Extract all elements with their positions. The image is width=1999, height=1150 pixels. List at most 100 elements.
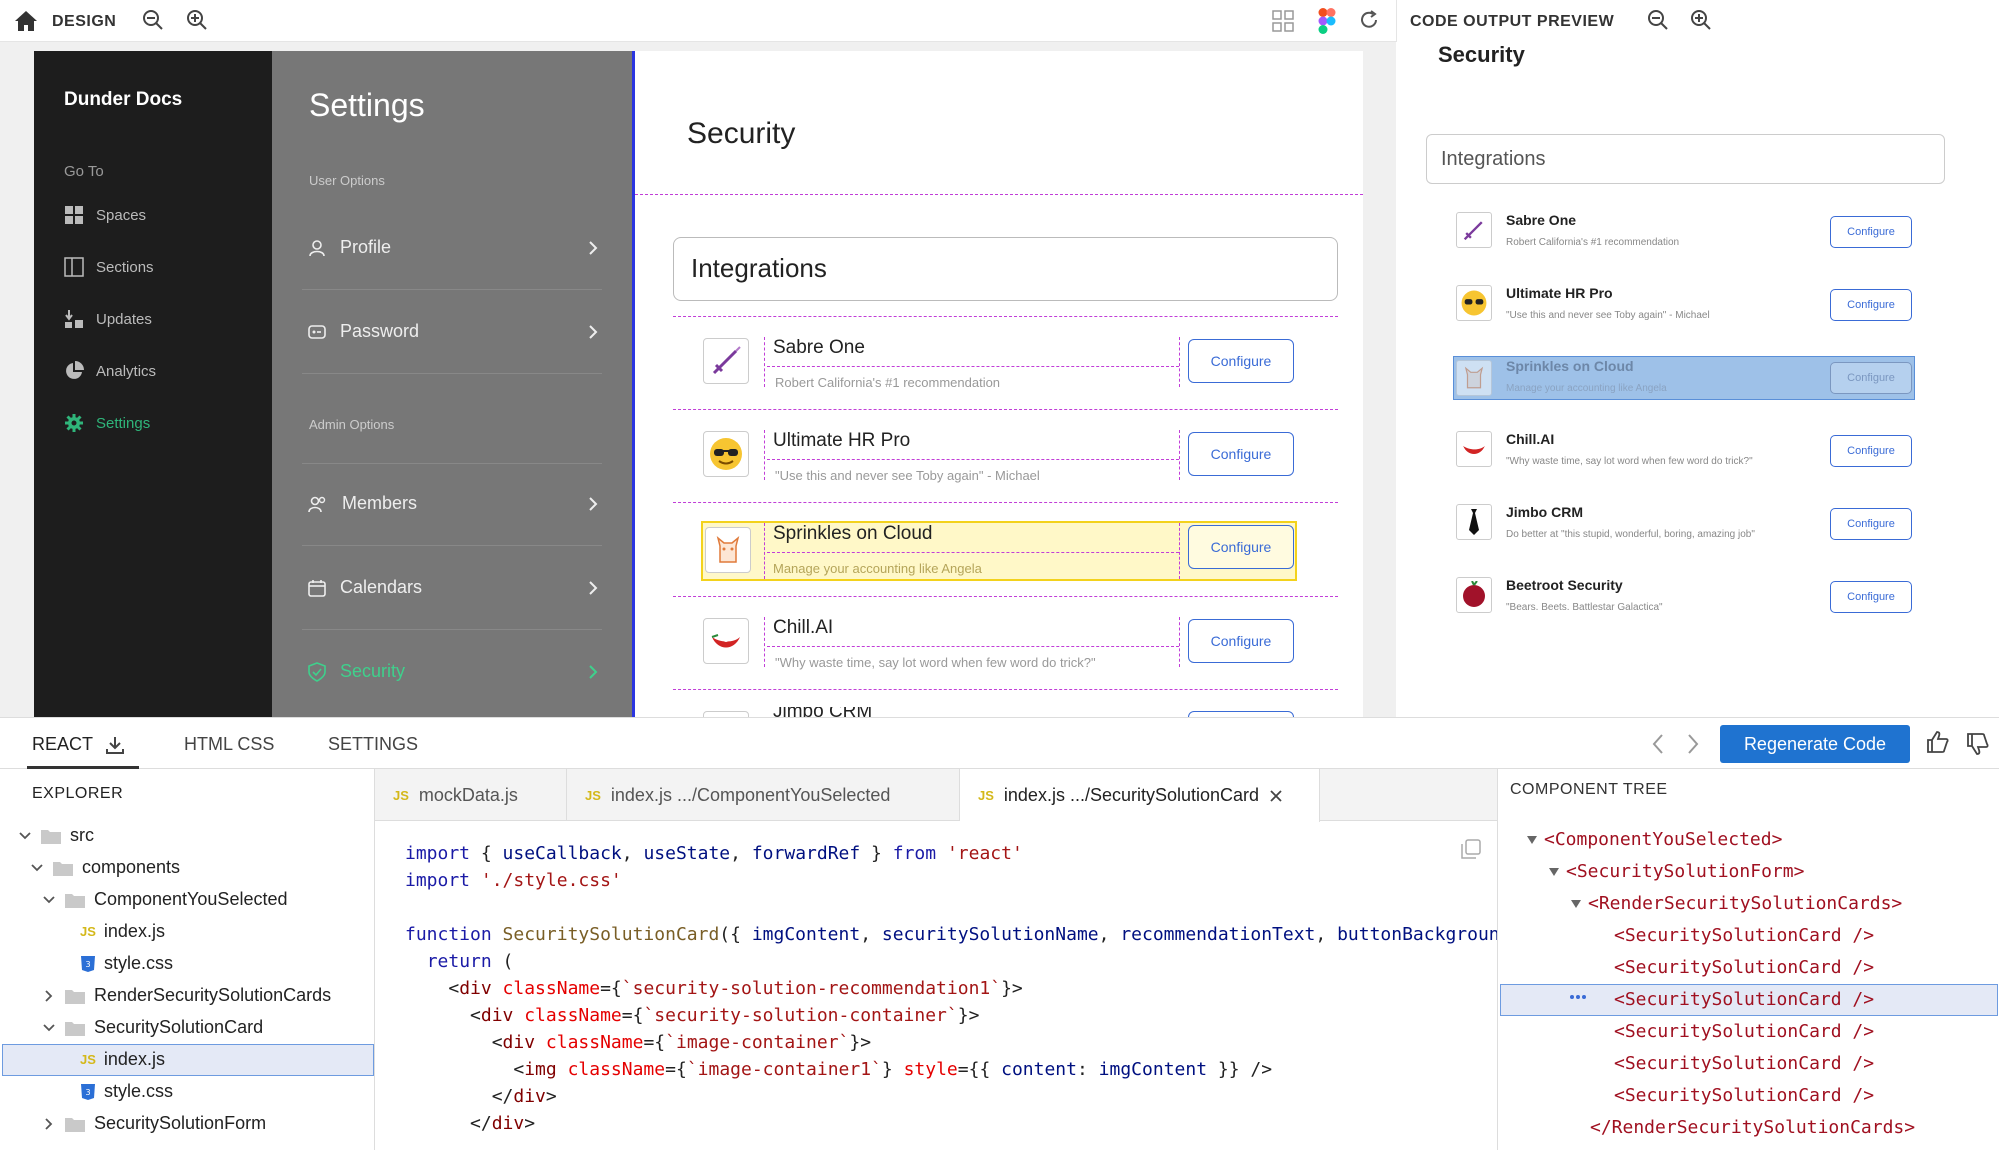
mock-main-panel[interactable]: Security Integrations Sabre One Robert C… xyxy=(632,51,1363,717)
zoom-in-icon[interactable] xyxy=(186,9,208,31)
mock-settings-item-password[interactable]: Password xyxy=(308,321,598,342)
folder-icon xyxy=(40,827,62,845)
folder-icon xyxy=(64,987,86,1005)
more-options-icon[interactable] xyxy=(1568,993,1588,1001)
ct-row-card[interactable]: <SecuritySolutionCard /> xyxy=(1614,925,1874,946)
tree-file-index-js-selected[interactable]: JS index.js xyxy=(80,1049,165,1070)
tree-label: components xyxy=(82,857,181,877)
close-icon[interactable] xyxy=(1269,789,1283,803)
configure-button[interactable]: Configure xyxy=(1188,619,1294,663)
tree-label: index.js xyxy=(103,921,165,941)
mock-side-item-spaces[interactable]: Spaces xyxy=(64,205,146,225)
tree-folder-components[interactable]: components xyxy=(30,857,180,878)
preview-configure-button[interactable]: Configure xyxy=(1830,508,1912,540)
mock-side-label: Updates xyxy=(96,310,152,328)
preview-zoom-in-icon[interactable] xyxy=(1690,9,1712,31)
code-area[interactable]: import { useCallback, useState, forwardR… xyxy=(375,840,1497,1150)
preview-card-rec: "Bears. Beets. Battlestar Galactica" xyxy=(1506,602,1663,613)
tab-react[interactable]: REACT xyxy=(32,734,125,755)
ct-label: <SecuritySolutionCard /> xyxy=(1614,1085,1875,1106)
preview-configure-button[interactable]: Configure xyxy=(1830,581,1912,613)
thumbs-down-icon[interactable] xyxy=(1966,732,1990,756)
thumbs-up-icon[interactable] xyxy=(1926,730,1950,754)
download-icon[interactable] xyxy=(105,735,125,755)
mock-settings-item-members[interactable]: Members xyxy=(308,493,598,514)
mock-side-item-sections[interactable]: Sections xyxy=(64,257,154,277)
configure-button[interactable]: Configure xyxy=(1188,525,1294,569)
user-icon xyxy=(308,239,326,257)
folder-icon xyxy=(64,1019,86,1037)
sword-icon xyxy=(1456,212,1492,248)
configure-button[interactable]: Configure xyxy=(1188,339,1294,383)
guide-line xyxy=(673,409,1338,410)
tree-folder-rendersecuritysolutioncards[interactable]: RenderSecuritySolutionCards xyxy=(42,985,331,1006)
tree-label: RenderSecuritySolutionCards xyxy=(94,985,332,1005)
tree-file-style-css[interactable]: 3 style.css xyxy=(80,953,173,974)
caret-down-icon xyxy=(1526,835,1538,845)
ct-row-card[interactable]: <SecuritySolutionCard /> xyxy=(1614,1085,1874,1106)
beet-icon xyxy=(1456,577,1492,613)
figma-icon[interactable] xyxy=(1318,8,1336,34)
ct-row-card[interactable]: <SecuritySolutionCard /> xyxy=(1614,1021,1874,1042)
home-icon[interactable] xyxy=(14,10,38,32)
zoom-out-icon[interactable] xyxy=(142,9,164,31)
tab-settings[interactable]: SETTINGS xyxy=(328,734,418,755)
preview-configure-button[interactable]: Configure xyxy=(1830,362,1912,394)
tree-folder-securitysolutionform[interactable]: SecuritySolutionForm xyxy=(42,1113,266,1134)
ct-row-rendersecuritysolutioncards-close[interactable]: </RenderSecuritySolutionCards> xyxy=(1590,1117,1915,1138)
tree-folder-securitysolutioncard[interactable]: SecuritySolutionCard xyxy=(42,1017,263,1038)
chevron-right-icon[interactable] xyxy=(1686,733,1700,755)
ct-row-componentyouselected[interactable]: <ComponentYouSelected> xyxy=(1526,829,1782,850)
guide-line xyxy=(1179,617,1180,667)
ct-row-securitysolutionform[interactable]: <SecuritySolutionForm> xyxy=(1548,861,1804,882)
tree-folder-componentyouselected[interactable]: ComponentYouSelected xyxy=(42,889,287,910)
tree-label: style.css xyxy=(104,1081,174,1101)
tree-file-style-css[interactable]: 3 style.css xyxy=(80,1081,173,1102)
regenerate-code-button[interactable]: Regenerate Code xyxy=(1720,725,1910,763)
mock-side-item-analytics[interactable]: Analytics xyxy=(64,361,156,381)
ct-row-rendersecuritysolutioncards[interactable]: <RenderSecuritySolutionCards> xyxy=(1570,893,1902,914)
preview-title: CODE OUTPUT PREVIEW xyxy=(1410,13,1615,30)
mock-settings-title: Settings xyxy=(309,87,425,123)
mock-settings-item-calendars[interactable]: Calendars xyxy=(308,577,598,598)
card-name: Sabre One xyxy=(773,337,865,358)
refresh-icon[interactable] xyxy=(1358,9,1380,31)
mock-admin-options-label: Admin Options xyxy=(309,417,395,432)
preview-integrations-label: Integrations xyxy=(1441,148,1546,170)
ct-row-card[interactable]: <SecuritySolutionCard /> xyxy=(1614,1053,1874,1074)
tree-folder-src[interactable]: src xyxy=(18,825,94,846)
ct-label: <RenderSecuritySolutionCards> xyxy=(1588,893,1903,914)
mock-settings-item-security[interactable]: Security xyxy=(308,661,598,682)
clipped-card-row: Jimbo CRM xyxy=(635,707,1363,717)
editor-tab-securitysolutioncard[interactable]: JS index.js .../SecuritySolutionCard xyxy=(960,769,1320,822)
preview-configure-button[interactable]: Configure xyxy=(1830,216,1912,248)
ct-row-card[interactable]: <SecuritySolutionCard /> xyxy=(1614,957,1874,978)
layout-grid-icon[interactable] xyxy=(1272,10,1294,32)
chevron-down-icon xyxy=(18,831,32,841)
mock-side-label: Spaces xyxy=(96,206,147,224)
preview-configure-button[interactable]: Configure xyxy=(1830,435,1912,467)
component-tree-title: COMPONENT TREE xyxy=(1510,781,1668,798)
preview-card-rec: Do better at "this stupid, wonderful, bo… xyxy=(1506,529,1755,540)
ct-label: <SecuritySolutionCard /> xyxy=(1614,989,1875,1010)
code-output-preview[interactable]: Security Integrations Sabre One Robert C… xyxy=(1396,42,1999,717)
mock-settings-item-profile[interactable]: Profile xyxy=(308,237,598,258)
editor-tab-componentyouselected[interactable]: JS index.js .../ComponentYouSelected xyxy=(567,769,960,821)
chevron-left-icon[interactable] xyxy=(1651,733,1665,755)
guide-line xyxy=(1179,523,1180,579)
guide-line xyxy=(767,552,1179,553)
mock-side-item-updates[interactable]: Updates xyxy=(64,309,152,329)
card-name: Ultimate HR Pro xyxy=(773,430,911,451)
mock-sidebar: Dunder Docs Go To Spaces Sections Update… xyxy=(34,51,272,717)
tab-html-css[interactable]: HTML CSS xyxy=(184,734,274,755)
preview-integrations-box: Integrations xyxy=(1426,134,1945,184)
configure-button[interactable]: Configure xyxy=(1188,432,1294,476)
preview-zoom-out-icon[interactable] xyxy=(1647,9,1669,31)
tree-file-index-js[interactable]: JS index.js xyxy=(80,921,165,942)
editor-tab-mockdata[interactable]: JS mockData.js xyxy=(375,769,567,821)
preview-configure-button[interactable]: Configure xyxy=(1830,289,1912,321)
mock-side-item-settings[interactable]: Settings xyxy=(64,413,150,433)
preview-card-rec: "Why waste time, say lot word when few w… xyxy=(1506,456,1753,467)
gear-icon xyxy=(64,413,84,433)
ct-row-card-selected[interactable]: <SecuritySolutionCard /> xyxy=(1614,989,1874,1010)
